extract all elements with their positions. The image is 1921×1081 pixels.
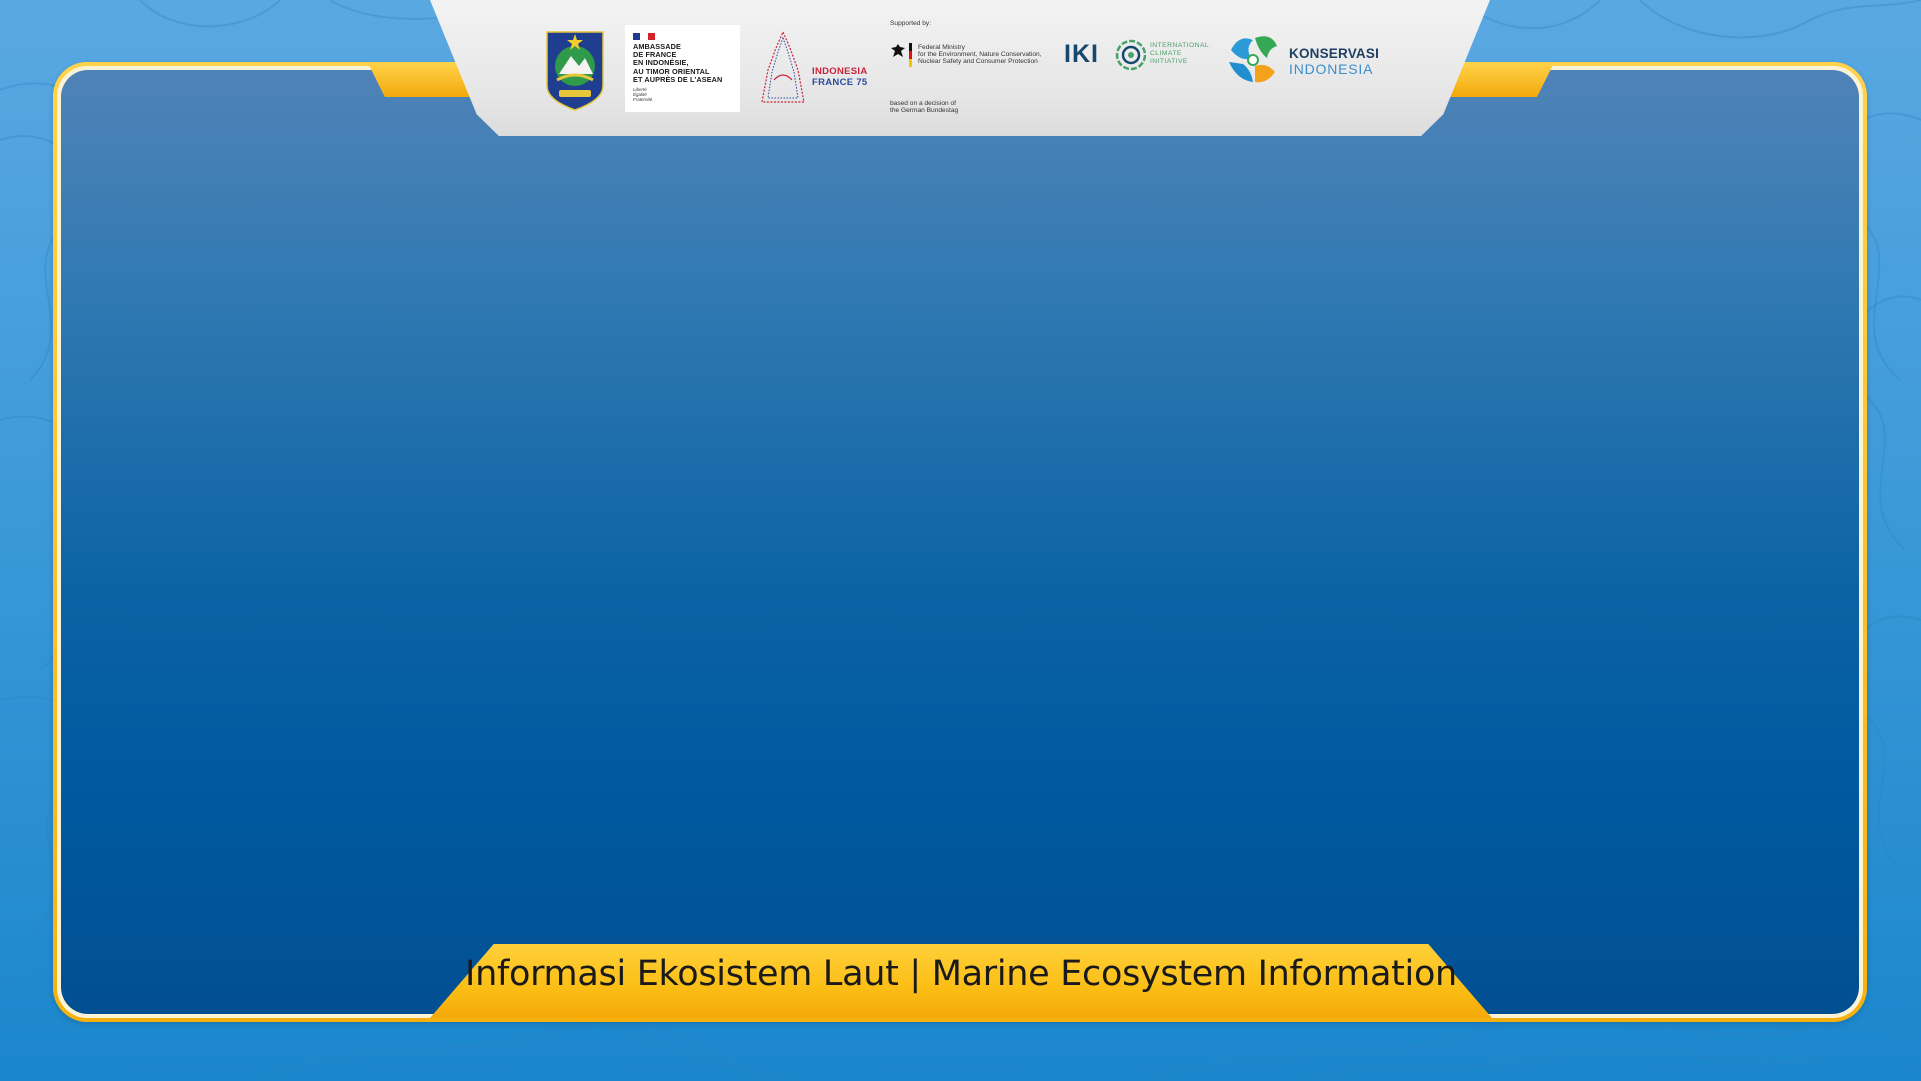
embassy-line: ET AUPRÈS DE L'ASEAN — [633, 74, 723, 84]
federal-eagle-icon — [891, 44, 905, 57]
indonesia-france-line2: FRANCE 75 — [812, 77, 868, 88]
embassy-motto: Liberté Égalité Fraternité — [633, 87, 653, 103]
provincial-shield-emblem-icon — [546, 31, 604, 111]
supported-by-label: Supported by: — [890, 20, 932, 27]
main-screen-area — [61, 70, 1859, 1014]
wayang-eiffel-icon — [761, 30, 805, 103]
french-embassy-logo: AMBASSADE DE FRANCE EN INDONÉSIE, AU TIM… — [625, 25, 740, 112]
german-ministry-logo: Supported by: Federal Ministry for the E… — [890, 20, 1050, 116]
caption-title: Informasi Ekosistem Laut | Marine Ecosys… — [465, 954, 1457, 994]
french-flag-icon — [633, 33, 655, 40]
konservasi-title: KONSERVASI — [1289, 46, 1380, 61]
ministry-line: Nuclear Safety and Consumer Protection — [918, 58, 1038, 65]
iki-letters: IKI — [1064, 40, 1099, 68]
konservasi-ki-icon — [1229, 36, 1277, 83]
bundestag-line: the German Bundestag — [890, 107, 959, 114]
indonesia-france-75-logo: INDONESIA FRANCE 75 — [758, 30, 878, 106]
german-flag-bar — [909, 43, 912, 67]
iki-full-name: INTERNATIONAL CLIMATE INITIATIVE — [1150, 42, 1210, 65]
konservasi-subtitle: INDONESIA — [1289, 61, 1374, 77]
iki-circle-icon — [1115, 39, 1147, 71]
indonesia-france-line1: INDONESIA — [812, 66, 868, 77]
iki-logo: IKI INTERNATIONAL CLIMATE INITIATIVE — [1064, 38, 1214, 72]
konservasi-indonesia-logo: KONSERVASI INDONESIA — [1225, 32, 1385, 86]
